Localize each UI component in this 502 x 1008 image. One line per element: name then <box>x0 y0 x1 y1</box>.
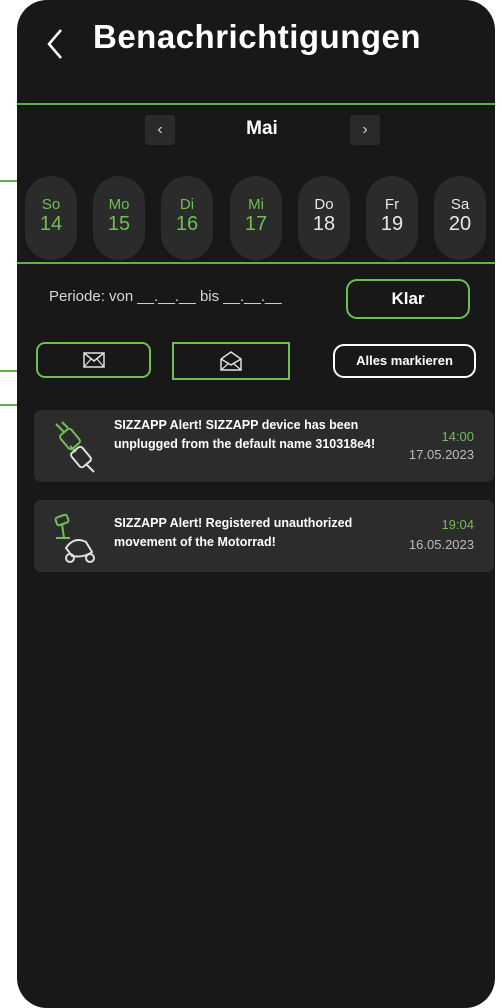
clear-button[interactable]: Klar <box>346 279 470 319</box>
page-title: Benachrichtigungen <box>93 18 422 55</box>
unread-filter-button[interactable] <box>36 342 151 378</box>
unplug-icon <box>55 421 95 473</box>
notification-card[interactable]: SIZZAPP Alert! Registered unauthorized m… <box>34 500 494 572</box>
day-date: 18 <box>312 213 336 235</box>
month-next-button[interactable]: › <box>350 115 380 145</box>
motorcycle-camera-icon <box>54 513 95 563</box>
connector-line <box>0 180 17 182</box>
day-mi[interactable]: Mi 17 <box>230 176 282 260</box>
notification-time: 14:00 <box>441 429 474 444</box>
day-do[interactable]: Do 18 <box>298 176 350 260</box>
notification-message: SIZZAPP Alert! Registered unauthorized m… <box>114 516 353 549</box>
day-name: Mi <box>248 196 264 213</box>
day-name: Sa <box>450 196 470 213</box>
day-date: 19 <box>380 213 404 235</box>
day-selector: So 14 Mo 15 Di 16 Mi 17 Do 18 Fr 19 Sa 2… <box>25 176 491 260</box>
day-date: 17 <box>244 213 268 235</box>
day-date: 20 <box>448 213 472 235</box>
day-date: 15 <box>107 213 131 235</box>
month-prev-button[interactable]: ‹ <box>145 115 175 145</box>
day-di[interactable]: Di 16 <box>161 176 213 260</box>
day-date: 14 <box>39 213 63 235</box>
day-so[interactable]: So 14 <box>25 176 77 260</box>
phone-screen: Benachrichtigungen ‹ Mai › So 14 Mo 15 D… <box>17 0 495 1008</box>
envelope-open-icon <box>220 351 242 371</box>
mark-all-button[interactable]: Alles markieren <box>333 344 476 378</box>
day-fr[interactable]: Fr 19 <box>366 176 418 260</box>
day-sa[interactable]: Sa 20 <box>434 176 486 260</box>
day-mo[interactable]: Mo 15 <box>93 176 145 260</box>
notification-date: 16.05.2023 <box>408 537 474 552</box>
day-name: So <box>41 196 61 213</box>
day-name: Di <box>179 196 195 213</box>
day-name: Mo <box>108 196 130 213</box>
notification-card[interactable]: SIZZAPP Alert! SIZZAPP device has been u… <box>34 410 494 482</box>
notification-time: 19:04 <box>441 517 474 532</box>
back-chevron-icon[interactable] <box>43 26 69 62</box>
day-date: 16 <box>175 213 199 235</box>
envelope-closed-icon <box>82 352 105 368</box>
notification-date: 17.05.2023 <box>408 447 474 462</box>
day-name: Fr <box>384 196 400 213</box>
month-label: Mai <box>246 118 278 139</box>
read-filter-button[interactable] <box>172 342 290 380</box>
notification-message: SIZZAPP Alert! SIZZAPP device has been u… <box>114 418 376 451</box>
day-name: Do <box>314 196 334 213</box>
period-filter[interactable]: Periode: von __.__.__ bis __.__.__ <box>49 288 282 305</box>
